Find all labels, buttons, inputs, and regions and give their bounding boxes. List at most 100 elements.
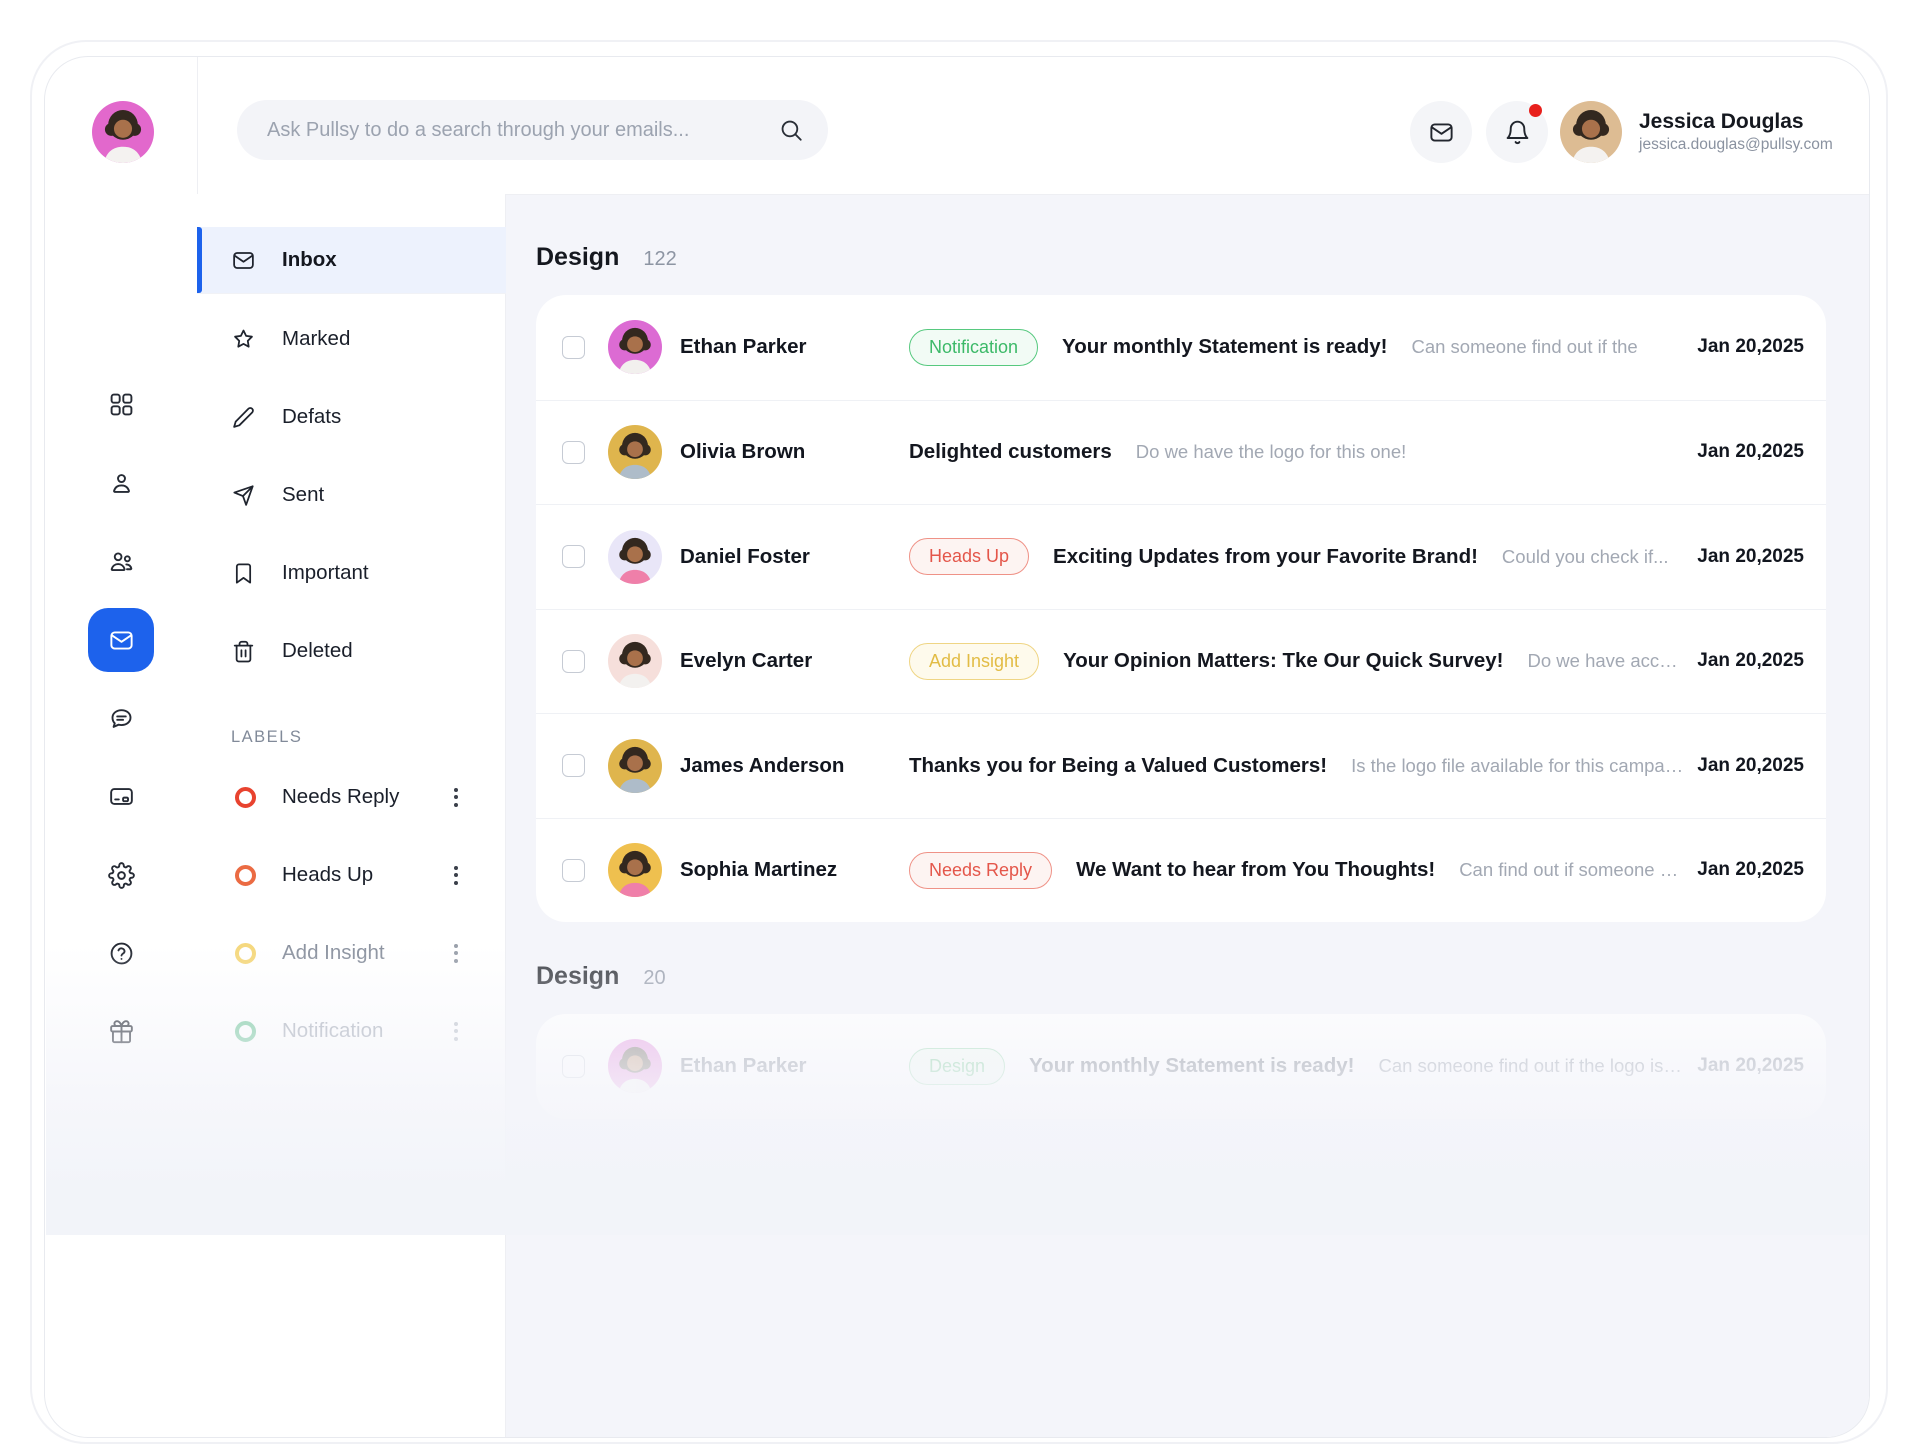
email-label-badge: Design bbox=[909, 1048, 1005, 1085]
user-email: jessica.douglas@pullsy.com bbox=[1639, 134, 1833, 156]
sidebar-item-marked[interactable]: Marked bbox=[197, 306, 506, 372]
email-row[interactable]: Ethan ParkerDesignYour monthly Statement… bbox=[536, 1014, 1826, 1119]
email-row[interactable]: Daniel FosterHeads UpExciting Updates fr… bbox=[536, 504, 1826, 609]
labels-section-title: LABELS bbox=[231, 728, 506, 747]
sidebar-item-label: Inbox bbox=[282, 248, 337, 272]
trash-icon bbox=[231, 639, 256, 664]
user-name: Jessica Douglas bbox=[1639, 109, 1833, 134]
rail-item-gift[interactable] bbox=[99, 1009, 143, 1053]
email-checkbox[interactable] bbox=[562, 545, 585, 568]
email-label-badge: Needs Reply bbox=[909, 852, 1052, 889]
email-date: Jan 20,2025 bbox=[1697, 755, 1804, 777]
rail-item-card[interactable] bbox=[99, 774, 143, 818]
sender-avatar bbox=[608, 320, 662, 374]
sender-avatar bbox=[608, 530, 662, 584]
email-preview: Can find out if someone find... bbox=[1459, 859, 1683, 881]
email-label-badge: Add Insight bbox=[909, 643, 1039, 680]
email-checkbox[interactable] bbox=[562, 754, 585, 777]
email-checkbox[interactable] bbox=[562, 859, 585, 882]
messages-button[interactable] bbox=[1410, 101, 1472, 163]
sender-avatar bbox=[608, 843, 662, 897]
section-header: Design20 bbox=[536, 962, 1826, 1000]
label-item-add-insight[interactable]: Add Insight bbox=[197, 925, 506, 981]
email-date: Jan 20,2025 bbox=[1697, 336, 1804, 358]
icon-rail bbox=[45, 194, 197, 1437]
label-color-ring-icon bbox=[235, 943, 256, 964]
email-date: Jan 20,2025 bbox=[1697, 1055, 1804, 1077]
sidebar-item-important[interactable]: Important bbox=[197, 540, 506, 606]
sidebar-item-defats[interactable]: Defats bbox=[197, 384, 506, 450]
sidebar-item-deleted[interactable]: Deleted bbox=[197, 618, 506, 684]
email-preview: Can someone find out if the logo is ... bbox=[1378, 1055, 1683, 1077]
label-text: Add Insight bbox=[282, 941, 424, 965]
search-bar[interactable] bbox=[237, 100, 828, 160]
sidebar-item-inbox[interactable]: Inbox bbox=[197, 227, 506, 294]
label-item-notification[interactable]: Notification bbox=[197, 1003, 506, 1059]
email-row[interactable]: Sophia MartinezNeeds ReplyWe Want to hea… bbox=[536, 818, 1826, 923]
rail-item-help[interactable] bbox=[99, 931, 143, 975]
email-row[interactable]: James AndersonThanks you for Being a Val… bbox=[536, 713, 1826, 818]
email-subject: Delighted customers bbox=[909, 440, 1112, 464]
label-text: Needs Reply bbox=[282, 785, 424, 809]
section-title: Design bbox=[536, 243, 619, 272]
email-label-badge: Notification bbox=[909, 329, 1038, 366]
sender-avatar bbox=[608, 739, 662, 793]
notifications-button[interactable] bbox=[1486, 101, 1548, 163]
kebab-menu-icon[interactable] bbox=[450, 862, 462, 889]
email-preview: Do we have the logo for this one! bbox=[1136, 441, 1684, 463]
notification-dot bbox=[1529, 104, 1542, 117]
star-icon bbox=[231, 327, 256, 352]
email-checkbox[interactable] bbox=[562, 650, 585, 673]
rail-item-users[interactable] bbox=[99, 539, 143, 583]
sidebar: Inbox Marked Defats Sent Important Deleted LA… bbox=[197, 194, 506, 1437]
rail-item-mail[interactable] bbox=[88, 608, 154, 672]
search-input[interactable] bbox=[265, 118, 778, 143]
label-text: Heads Up bbox=[282, 863, 424, 887]
email-subject: Your monthly Statement is ready! bbox=[1029, 1054, 1354, 1078]
mail-icon bbox=[108, 627, 135, 654]
app-window: Jessica Douglas jessica.douglas@pullsy.c… bbox=[44, 56, 1870, 1438]
chat-icon bbox=[108, 705, 135, 732]
label-item-heads-up[interactable]: Heads Up bbox=[197, 847, 506, 903]
label-color-ring-icon bbox=[235, 787, 256, 808]
email-subject: Your Opinion Matters: Tke Our Quick Surv… bbox=[1063, 649, 1503, 673]
sender-name: Ethan Parker bbox=[680, 335, 909, 359]
workspace-avatar[interactable] bbox=[92, 101, 154, 163]
sidebar-item-sent[interactable]: Sent bbox=[197, 462, 506, 528]
rail-item-settings[interactable] bbox=[99, 853, 143, 897]
kebab-menu-icon[interactable] bbox=[450, 784, 462, 811]
bell-icon bbox=[1504, 119, 1531, 146]
rail-item-dashboard[interactable] bbox=[99, 382, 143, 426]
email-subject: Exciting Updates from your Favorite Bran… bbox=[1053, 545, 1478, 569]
kebab-menu-icon[interactable] bbox=[450, 1018, 462, 1045]
label-item-needs-reply[interactable]: Needs Reply bbox=[197, 769, 506, 825]
user-profile[interactable]: Jessica Douglas jessica.douglas@pullsy.c… bbox=[1560, 101, 1833, 163]
email-row[interactable]: Olivia BrownDelighted customersDo we hav… bbox=[536, 400, 1826, 505]
email-date: Jan 20,2025 bbox=[1697, 650, 1804, 672]
label-text: Notification bbox=[282, 1019, 424, 1043]
email-subject: Your monthly Statement is ready! bbox=[1062, 335, 1387, 359]
email-checkbox[interactable] bbox=[562, 1055, 585, 1078]
email-checkbox[interactable] bbox=[562, 336, 585, 359]
search-icon[interactable] bbox=[778, 117, 804, 143]
help-icon bbox=[108, 940, 135, 967]
mail-icon bbox=[231, 248, 256, 273]
kebab-menu-icon[interactable] bbox=[450, 940, 462, 967]
email-checkbox[interactable] bbox=[562, 441, 585, 464]
email-subject: Thanks you for Being a Valued Customers! bbox=[909, 754, 1327, 778]
sidebar-item-label: Defats bbox=[282, 405, 341, 429]
card-icon bbox=[108, 783, 135, 810]
sender-avatar bbox=[608, 1039, 662, 1093]
rail-item-chat[interactable] bbox=[99, 696, 143, 740]
sender-name: Daniel Foster bbox=[680, 545, 909, 569]
gift-icon bbox=[108, 1018, 135, 1045]
rail-item-user[interactable] bbox=[99, 461, 143, 505]
pencil-icon bbox=[231, 405, 256, 430]
sidebar-item-label: Deleted bbox=[282, 639, 353, 663]
email-row[interactable]: Ethan ParkerNotification Your monthly Sta… bbox=[536, 295, 1826, 400]
label-color-ring-icon bbox=[235, 865, 256, 886]
label-color-ring-icon bbox=[235, 1021, 256, 1042]
dashboard-icon bbox=[108, 391, 135, 418]
email-row[interactable]: Evelyn CarterAdd InsightYour Opinion Mat… bbox=[536, 609, 1826, 714]
email-subject: We Want to hear from You Thoughts! bbox=[1076, 858, 1435, 882]
